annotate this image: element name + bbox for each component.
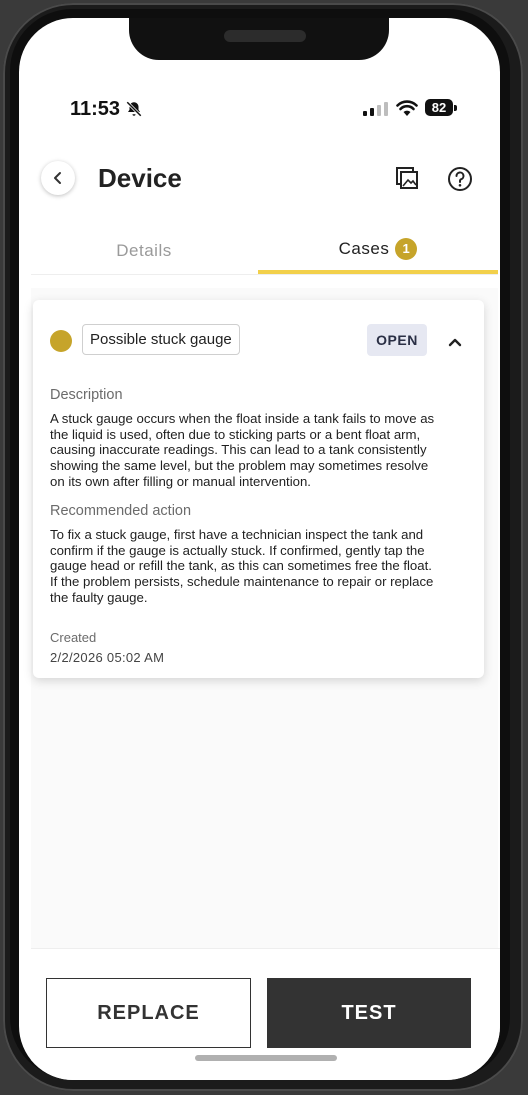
notch (129, 18, 389, 60)
status-badge: OPEN (367, 324, 427, 356)
back-button[interactable] (41, 161, 75, 195)
tab-details[interactable]: Details (31, 228, 257, 274)
cases-count-badge: 1 (395, 238, 418, 260)
home-indicator[interactable] (195, 1055, 337, 1061)
status-time: 11:53 (70, 98, 121, 120)
page-header: Device (19, 158, 500, 208)
help-icon[interactable] (447, 166, 473, 192)
cases-list: Possible stuck gauge OPEN Description A … (31, 288, 498, 948)
tab-cases[interactable]: Cases 1 (258, 228, 498, 274)
speaker (224, 30, 306, 42)
tab-bar: Details Cases 1 (31, 228, 498, 275)
test-button[interactable]: TEST (267, 978, 471, 1048)
chevron-left-icon (54, 172, 61, 184)
battery-indicator: 82 (425, 99, 453, 116)
created-date: 2/2/2026 05:02 AM (50, 650, 165, 665)
description-line: causing inaccurate readings. This can le… (50, 442, 427, 458)
action-line: the faulty gauge. (50, 589, 148, 605)
case-card: Possible stuck gauge OPEN Description A … (33, 300, 484, 678)
description-line: A stuck gauge occurs when the float insi… (50, 411, 435, 426)
created-label: Created (50, 630, 97, 645)
case-title: Possible stuck gauge (82, 324, 240, 355)
description-line: showing the same level, but the problem … (50, 458, 429, 474)
description-label: Description (50, 387, 123, 403)
description-line: on its own after filling or manual inter… (50, 473, 311, 489)
status-bar: 11:53 82 (19, 96, 500, 122)
chevron-up-icon[interactable] (447, 334, 463, 350)
replace-button[interactable]: REPLACE (46, 978, 251, 1048)
case-status-dot (50, 330, 72, 352)
phone-screen: 11:53 82 Device Details Cases 1 Possible… (19, 18, 500, 1080)
battery-tip (454, 105, 457, 111)
action-line: If the problem persists, schedule mainte… (50, 574, 434, 590)
recommended-action-label: Recommended action (50, 503, 192, 519)
action-line: gauge head or refill the tank, as this c… (50, 558, 432, 574)
gallery-icon[interactable] (395, 166, 419, 190)
recommended-action-text: To fix a stuck gauge, first have a techn… (50, 527, 472, 606)
tab-details-label: Details (116, 241, 172, 260)
page-title: Device (98, 163, 182, 193)
wifi-icon (396, 100, 418, 116)
action-line: To fix a stuck gauge, first have a techn… (50, 527, 424, 542)
signal-icon (363, 102, 388, 116)
tab-cases-label: Cases (338, 239, 390, 258)
bell-slash-icon (126, 101, 142, 117)
description-text: A stuck gauge occurs when the float insi… (50, 411, 472, 490)
description-line: the liquid is used, often due to stickin… (50, 426, 421, 442)
action-line: confirm if the gauge is actually stuck. … (50, 542, 425, 558)
